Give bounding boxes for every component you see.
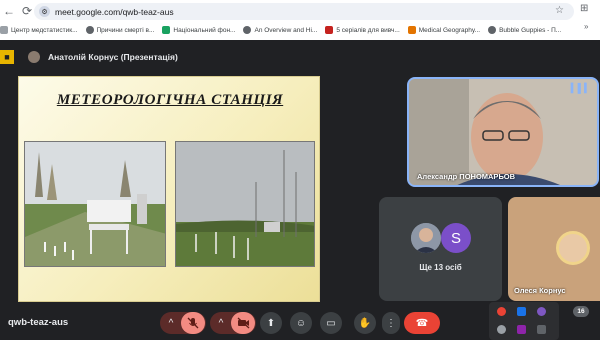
weather-station-photo [175,141,315,267]
bookmark-item[interactable]: An Overview and Hi... [243,26,317,34]
emoji-icon[interactable]: ☺ [290,312,312,334]
hand-icon[interactable]: ✋ [354,312,376,334]
mic-off-icon[interactable] [181,312,205,334]
camera-off-icon[interactable] [231,312,255,334]
more-icon[interactable]: ⋮ [382,312,400,334]
chevron-up-icon[interactable]: ^ [212,312,230,334]
weather-station-photo [24,141,166,267]
bookmark-item[interactable]: Національний фон... [162,26,235,34]
chrome-icon[interactable] [497,325,506,334]
audio-wave-icon: ▍▌▍ [570,83,591,93]
more-participants-label: Ще 13 осіб [419,263,462,272]
viber-icon[interactable] [537,307,546,316]
avatar [411,223,441,253]
participant-name: Олеся Корнус [514,286,566,295]
present-icon[interactable]: ⬆ [260,312,282,334]
bookmark-icon [407,26,416,34]
tray-popup [489,302,559,340]
bookmark-item[interactable]: Medical Geography... [407,26,480,34]
url-text: meet.google.com/qwb-teaz-aus [55,6,174,17]
participant-tile-active[interactable]: ▍▌▍ Александр ПОНОМАРЬОВ [407,77,599,187]
avatar: S [441,223,471,253]
participant-video [409,79,597,185]
meeting-code: qwb-teaz-aus [8,317,69,328]
avatar [556,231,590,265]
presenter-label: Анатолій Корнус (Презентація) [48,52,178,62]
extensions-icon[interactable]: ⊞ [580,3,588,14]
pen-icon[interactable] [517,325,526,334]
site-info-icon[interactable]: ⚙ [39,6,50,17]
star-icon[interactable]: ☆ [555,5,564,16]
bookmark-icon [85,26,94,34]
bookmark-item[interactable]: Центр медстатистик... [0,26,78,34]
recording-icon[interactable] [497,307,506,316]
bookmarks-bar: Центр медстатистик... Причини смерті в..… [0,22,600,38]
chevron-up-icon[interactable]: ^ [162,312,180,334]
bookmark-icon [162,26,171,34]
captions-icon[interactable]: ▭ [320,312,342,334]
meet-window: ■ Анатолій Корнус (Презентація) МЕТЕОРОЛ… [0,40,600,340]
bookmark-item[interactable]: 5 серіалів для вивч... [325,26,400,34]
bookmark-icon [325,26,334,34]
bookmark-icon [0,26,8,34]
address-bar[interactable]: ⚙ meet.google.com/qwb-teaz-aus ☆ [34,3,574,20]
bookmark-icon [488,26,497,34]
tray-app-icon[interactable] [537,325,546,334]
participant-tile[interactable]: Олеся Корнус [508,197,600,301]
slide-title: МЕТЕОРОЛОГІЧНА СТАНЦІЯ [56,92,284,108]
browser-chrome: ← ⟳ ⚙ meet.google.com/qwb-teaz-aus ☆ ⊞ Ц… [0,0,600,40]
participant-name: Александр ПОНОМАРЬОВ [417,172,515,181]
bookmark-icon [243,26,252,34]
end-call-icon[interactable]: ☎ [404,312,440,334]
presentation-slide: МЕТЕОРОЛОГІЧНА СТАНЦІЯ [18,76,320,302]
back-icon[interactable]: ← [0,2,18,20]
participants-count-badge[interactable]: 16 [573,306,589,317]
presenter-bar: ■ Анатолій Корнус (Презентація) [0,48,380,66]
bookmarks-more-button[interactable]: » [584,22,588,31]
participant-tile-others[interactable]: S Ще 13 осіб [379,197,502,301]
avatar [28,51,40,63]
bookmark-item[interactable]: Bubble Guppies - П... [488,26,561,34]
word-icon[interactable] [517,307,526,316]
bookmark-item[interactable]: Причини смерті в... [85,26,154,34]
presentation-icon: ■ [0,50,14,64]
